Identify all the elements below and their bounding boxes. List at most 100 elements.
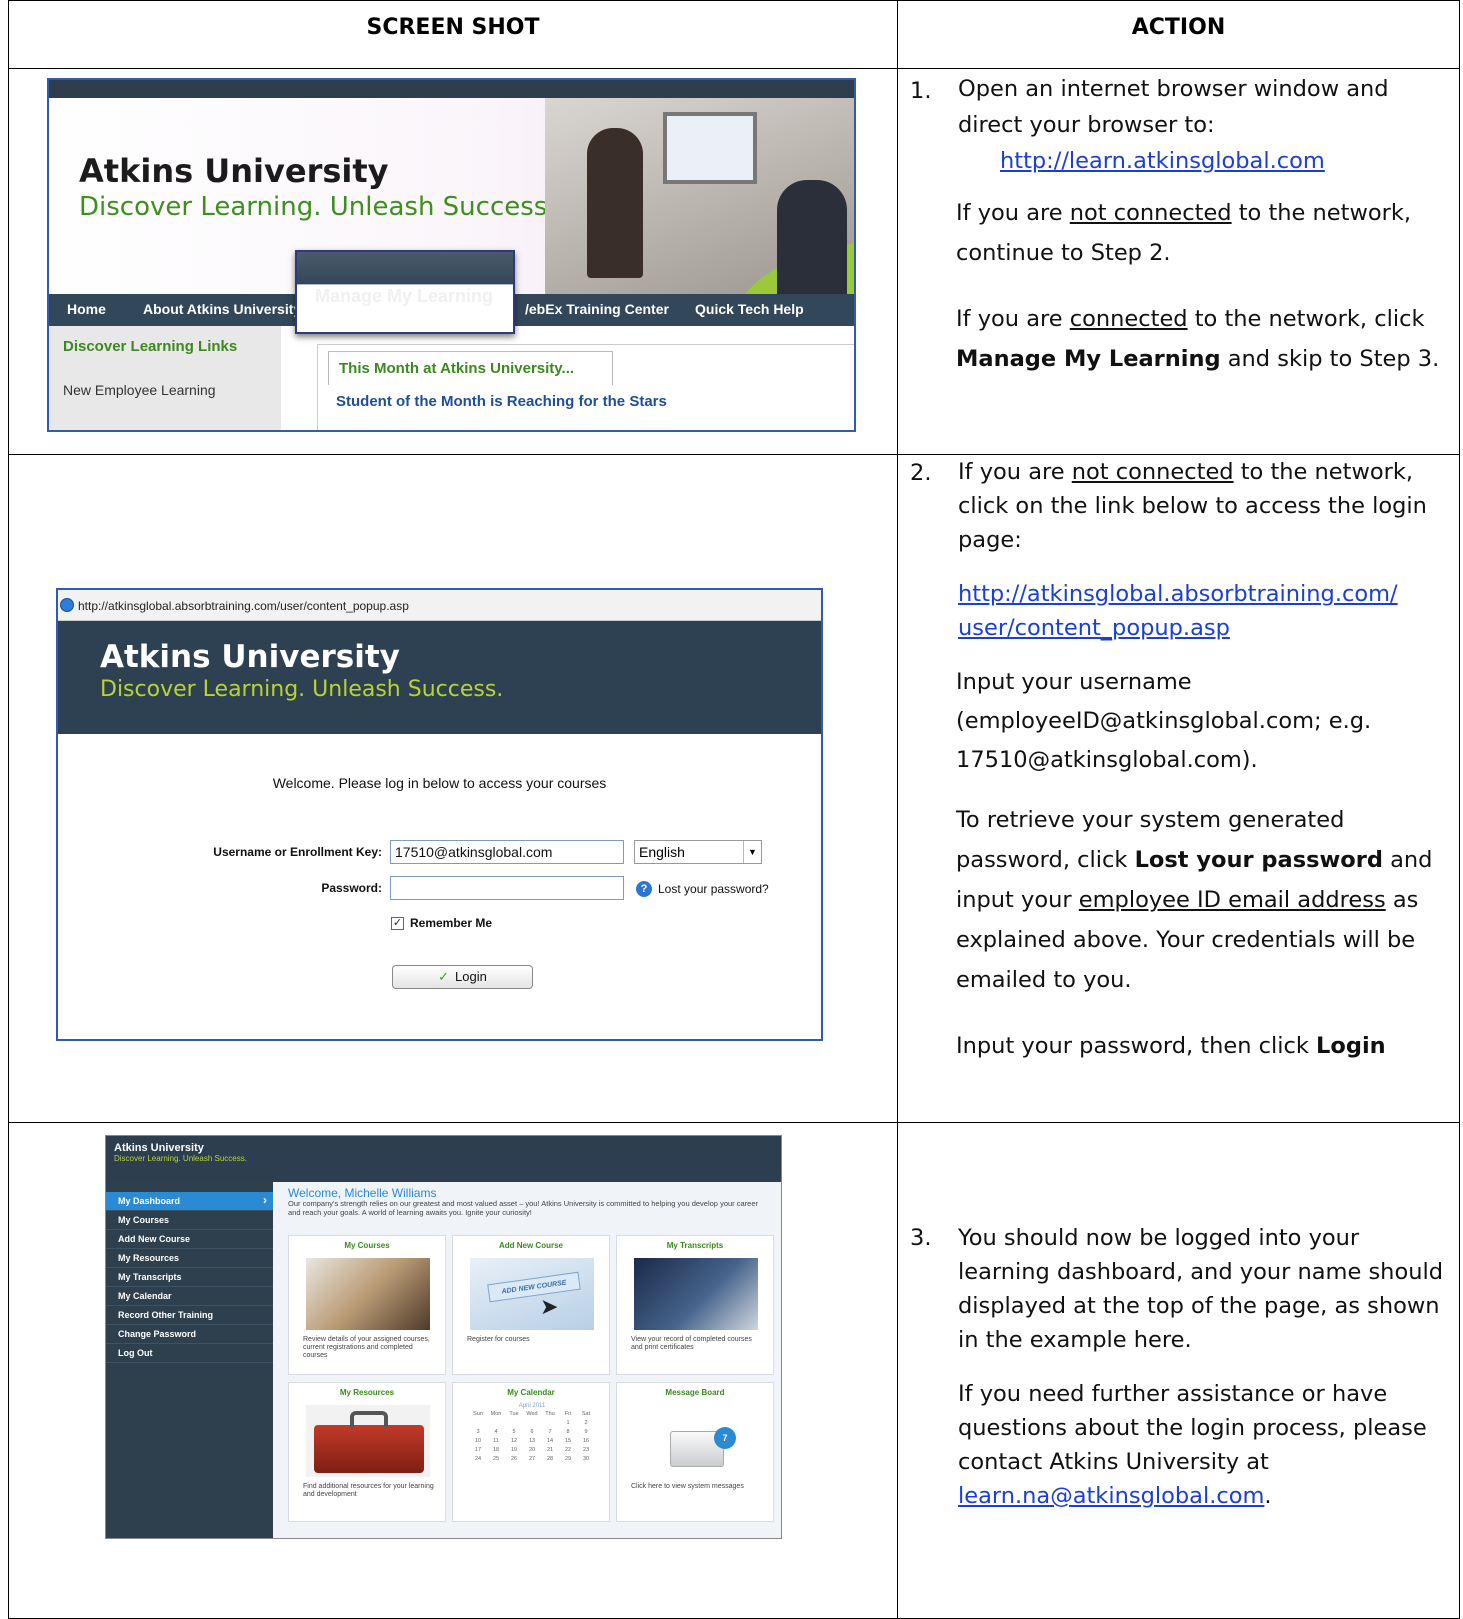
calendar-day[interactable]: 18 [489, 1447, 503, 1453]
language-select[interactable]: English ▼ [634, 840, 762, 864]
contact-email-link[interactable]: learn.na@atkinsglobal.com [958, 1483, 1264, 1509]
calendar-day[interactable]: 16 [579, 1438, 593, 1444]
calendar-day[interactable]: 17 [471, 1447, 485, 1453]
calendar-day[interactable] [471, 1420, 485, 1426]
lost-password-link[interactable]: Lost your password? [658, 882, 769, 896]
calendar-day[interactable]: 12 [507, 1438, 521, 1444]
nav-about[interactable]: About Atkins University [143, 301, 301, 317]
browser-icon [60, 598, 74, 612]
calendar-day[interactable]: 27 [525, 1456, 539, 1462]
nav-webex[interactable]: /ebEx Training Center [525, 301, 669, 317]
calendar-day[interactable]: 24 [471, 1456, 485, 1462]
welcome-name: Welcome, Michelle Williams [288, 1186, 437, 1200]
calendar-day[interactable]: 9 [579, 1429, 593, 1435]
username-field[interactable]: 17510@atkinsglobal.com [390, 840, 624, 864]
tile-my-calendar[interactable]: My Calendar April 2011 Sun Mon Tue Wed Thu Fr… [452, 1382, 610, 1522]
tile-message-board[interactable]: Message Board 7 Click here to view syste… [616, 1382, 774, 1522]
story-link[interactable]: Student of the Month is Reaching for the… [336, 393, 667, 410]
tile-add-new-course[interactable]: Add New Course ADD NEW COURSE ➤ Register… [452, 1235, 610, 1375]
nav-quick-tech-help[interactable]: Quick Tech Help [695, 301, 804, 317]
calendar-day[interactable] [507, 1420, 521, 1426]
tile-my-transcripts[interactable]: My Transcripts View your record of compl… [616, 1235, 774, 1375]
calendar-day[interactable]: 10 [471, 1438, 485, 1444]
welcome-intro: Our company's strength relies on our gre… [288, 1199, 758, 1217]
calendar-weekday: Fri [564, 1411, 572, 1417]
step-number: 3. [910, 1225, 932, 1251]
step2-screenshot: http://atkinsglobal.absorbtraining.com/u… [56, 588, 823, 1041]
tile-title: My Courses [344, 1241, 390, 1250]
calendar-weekday: Thu [545, 1411, 555, 1417]
remember-me-label: Remember Me [410, 916, 493, 930]
nav-my-dashboard[interactable]: My Dashboard [106, 1192, 273, 1211]
calendar-day[interactable]: 11 [489, 1438, 503, 1444]
tile-my-courses[interactable]: My Courses Review details of your assign… [288, 1235, 446, 1375]
tile-desc: Click here to view system messages [631, 1483, 744, 1490]
calendar-day[interactable]: 21 [543, 1447, 557, 1453]
remember-me-checkbox[interactable]: ✓ [391, 917, 404, 930]
calendar-day[interactable]: 8 [561, 1429, 575, 1435]
calendar-day[interactable]: 5 [507, 1429, 521, 1435]
calendar-weekdays: Sun Mon Tue Wed Thu Fri Sat [471, 1411, 593, 1417]
instruction-table: SCREEN SHOT ACTION Atkins University Dis… [8, 0, 1460, 1619]
nav-my-transcripts[interactable]: My Transcripts [106, 1268, 273, 1287]
tile-title: My Transcripts [666, 1241, 724, 1250]
calendar-day[interactable] [489, 1420, 503, 1426]
calendar-day[interactable]: 15 [561, 1438, 575, 1444]
address-bar: http://atkinsglobal.absorbtraining.com/u… [58, 590, 821, 621]
presenter-figure [587, 128, 643, 278]
top-bar [49, 80, 854, 98]
calendar-day[interactable]: 6 [525, 1429, 539, 1435]
nav-change-password[interactable]: Change Password [106, 1325, 273, 1344]
calendar-day[interactable]: 4 [489, 1429, 503, 1435]
calendar-day[interactable]: 3 [471, 1429, 485, 1435]
sidebar-item-new-employee[interactable]: New Employee Learning [63, 382, 216, 398]
calendar-day[interactable]: 23 [579, 1447, 593, 1453]
nav-record-other-training[interactable]: Record Other Training [106, 1306, 273, 1325]
calendar-day[interactable]: 20 [525, 1447, 539, 1453]
learn-link[interactable]: http://learn.atkinsglobal.com [1000, 148, 1325, 174]
nav-home[interactable]: Home [67, 301, 106, 317]
step2-screenshot-cell: http://atkinsglobal.absorbtraining.com/u… [8, 454, 898, 1123]
calendar-month: April 2011 [518, 1403, 546, 1409]
login-url-link[interactable]: http://atkinsglobal.absorbtraining.com/u… [958, 581, 1398, 641]
login-button[interactable]: ✓ Login [392, 965, 533, 989]
calendar-day[interactable] [525, 1420, 539, 1426]
language-value: English [639, 844, 685, 860]
calendar-day[interactable]: 26 [507, 1456, 521, 1462]
step1-p3: If you are connected to the network, cli… [956, 306, 1440, 372]
nav-my-calendar[interactable]: My Calendar [106, 1287, 273, 1306]
password-field[interactable] [390, 876, 624, 900]
calendar-week: 17 18 19 20 21 22 23 [471, 1447, 593, 1453]
step-number: 2. [910, 460, 932, 486]
sidebar: Discover Learning Links New Employee Lea… [49, 326, 281, 430]
calendar-day[interactable]: 29 [561, 1456, 575, 1462]
step3-screenshot: Atkins University Discover Learning. Unl… [105, 1135, 782, 1539]
transcripts-photo [634, 1258, 758, 1330]
nav-log-out[interactable]: Log Out [106, 1344, 273, 1363]
step3-screenshot-cell: Atkins University Discover Learning. Unl… [8, 1122, 898, 1619]
tile-desc: Find additional resources for your learn… [303, 1483, 434, 1498]
tile-title: My Calendar [507, 1388, 555, 1397]
calendar-day[interactable]: 7 [543, 1429, 557, 1435]
nav-add-new-course[interactable]: Add New Course [106, 1230, 273, 1249]
nav-my-resources[interactable]: My Resources [106, 1249, 273, 1268]
cursor-icon: ➤ [540, 1294, 559, 1319]
login-label: Login [455, 969, 487, 984]
calendar-day[interactable] [543, 1420, 557, 1426]
calendar-day[interactable]: 14 [543, 1438, 557, 1444]
step2-p3: Input your username (employeeID@atkinsgl… [956, 669, 1372, 773]
nav-my-courses[interactable]: My Courses [106, 1211, 273, 1230]
step1-action: 1. Open an internet browser window and d… [897, 68, 1460, 455]
calendar-day[interactable]: 13 [525, 1438, 539, 1444]
calendar-day[interactable]: 2 [579, 1420, 593, 1426]
tile-my-resources[interactable]: My Resources Find additional resources f… [288, 1382, 446, 1522]
calendar-day[interactable]: 28 [543, 1456, 557, 1462]
calendar-day[interactable]: 19 [507, 1447, 521, 1453]
calendar-day[interactable]: 1 [561, 1420, 575, 1426]
manage-my-learning-button[interactable]: Manage My Learning [295, 250, 515, 334]
calendar-day[interactable]: 30 [579, 1456, 593, 1462]
calendar-day[interactable]: 25 [489, 1456, 503, 1462]
tab-this-month[interactable]: This Month at Atkins University... [328, 351, 613, 385]
brand-tagline: Discover Learning. Unleash Success. [100, 677, 504, 702]
calendar-day[interactable]: 22 [561, 1447, 575, 1453]
